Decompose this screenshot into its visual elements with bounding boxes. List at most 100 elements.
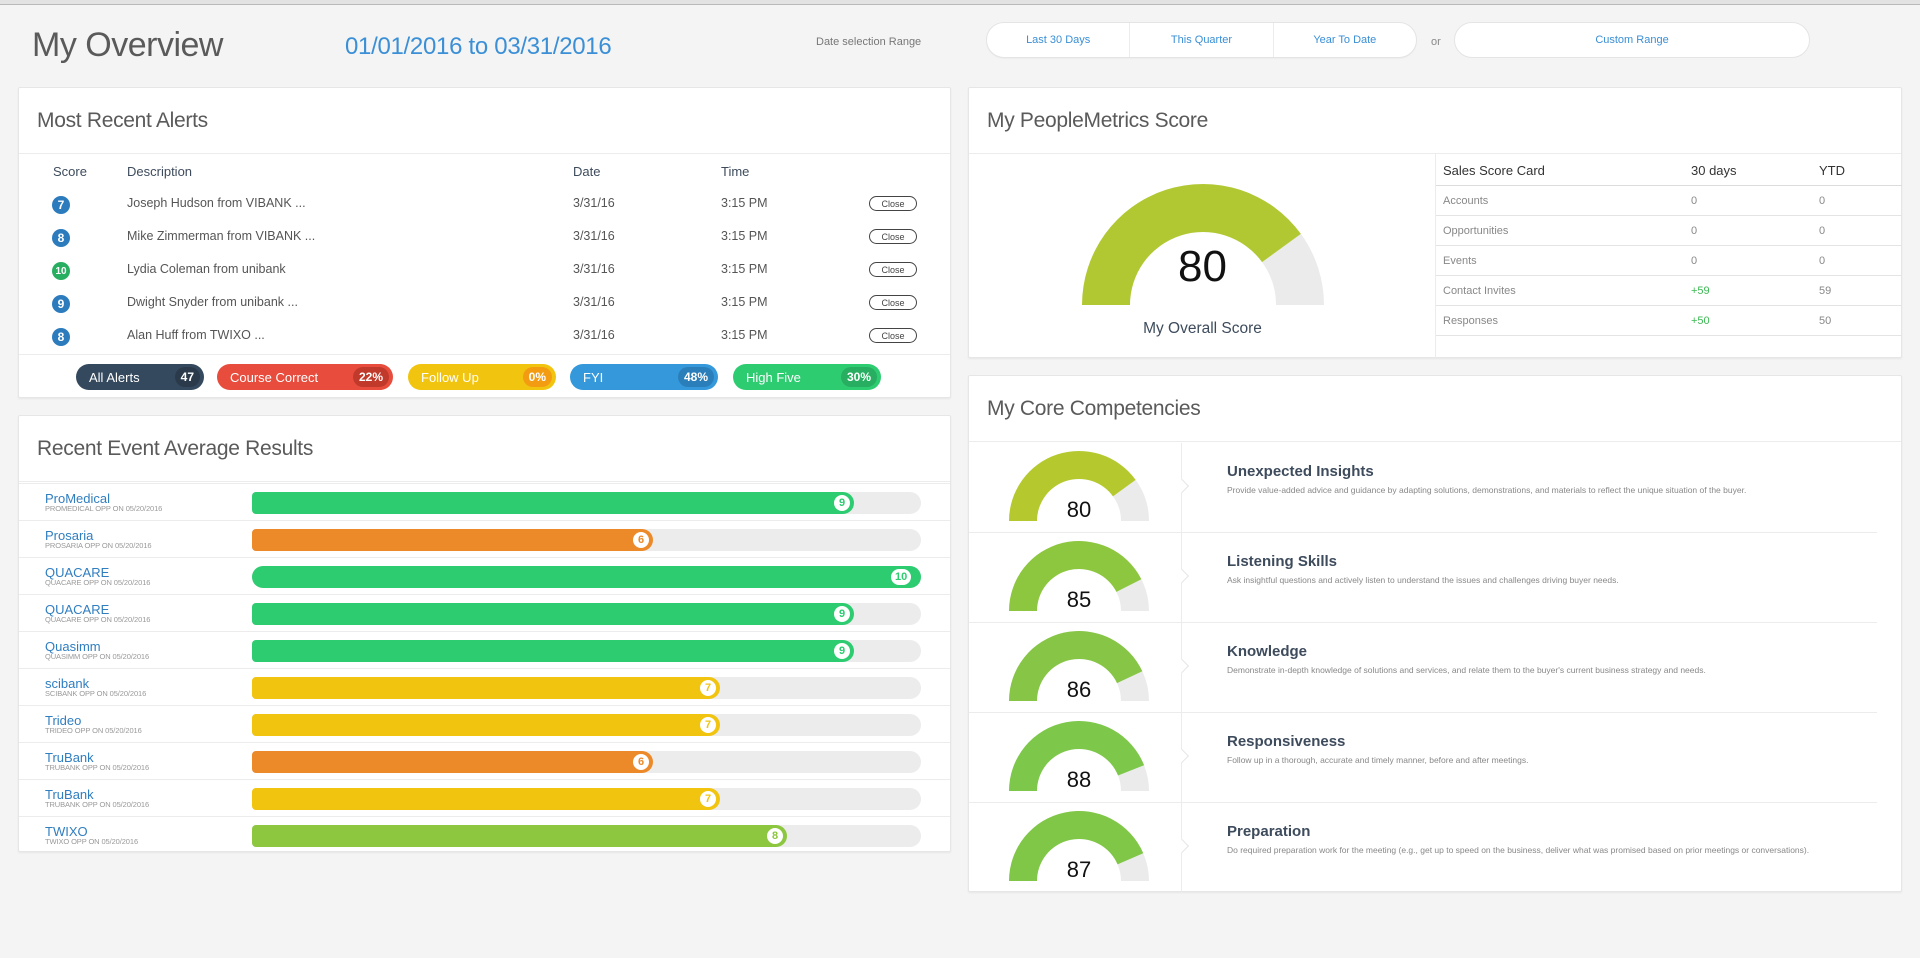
chevron-right-icon — [1174, 748, 1190, 764]
event-score-badge: 8 — [767, 828, 783, 844]
event-score-bar: 9 — [252, 640, 921, 662]
alerts-table-body: 7 Joseph Hudson from VIBANK ... 3/31/16 3:1… — [19, 187, 950, 352]
chevron-right-icon — [1174, 478, 1190, 494]
event-score-badge: 7 — [700, 717, 716, 733]
event-score-badge: 7 — [700, 680, 716, 696]
score-card-ytd-value: 0 — [1819, 255, 1826, 267]
event-score-bar: 7 — [252, 788, 921, 810]
overall-score-caption: My Overall Score — [1143, 320, 1262, 337]
date-range-button-group: Last 30 Days This Quarter Year To Date — [986, 22, 1417, 58]
competency-row: 85 Listening Skills Ask insightful questio… — [969, 533, 1877, 623]
event-score-bar-fill — [252, 566, 921, 588]
alert-score-badge: 8 — [52, 229, 70, 247]
competency-score: 87 — [1066, 857, 1092, 882]
alert-date: 3/31/16 — [573, 196, 615, 210]
event-score-bar-fill — [252, 529, 653, 551]
competency-row: 80 Unexpected Insights Provide value-added… — [969, 443, 1877, 533]
event-subtitle: TRUBANK OPP ON 05/20/2016 — [45, 800, 150, 809]
overall-score-value: 80 — [1178, 242, 1227, 291]
year-to-date-button[interactable]: Year To Date — [1272, 23, 1416, 57]
competency-score: 85 — [1066, 587, 1092, 612]
score-card-ytd-value: 59 — [1819, 285, 1832, 297]
page-title: My Overview — [32, 26, 223, 64]
alerts-panel-header: Most Recent Alerts — [19, 88, 950, 154]
close-alert-button[interactable]: Close — [869, 196, 917, 211]
filter-fyi-chip[interactable]: FYI 48% — [570, 364, 718, 390]
column-header-time: Time — [721, 164, 750, 179]
score-card-metric: Events — [1443, 255, 1477, 267]
event-score-badge: 9 — [834, 495, 850, 511]
close-alert-button[interactable]: Close — [869, 262, 917, 277]
event-score-badge: 7 — [700, 791, 716, 807]
alert-filter-bar: All Alerts 47 Course Correct 22% Follow Up 0%… — [19, 354, 950, 398]
chip-label: Follow Up — [421, 369, 479, 385]
event-score-badge: 9 — [834, 643, 850, 659]
event-result-row: QUACARE QUACARE OPP ON 05/20/2016 9 — [19, 594, 950, 631]
or-label: or — [1431, 36, 1441, 48]
event-results-header: Recent Event Average Results — [19, 416, 950, 482]
chip-value: 48% — [677, 367, 714, 387]
custom-range-button[interactable]: Custom Range — [1454, 22, 1810, 58]
event-subtitle: PROMEDICAL OPP ON 05/20/2016 — [45, 504, 163, 513]
event-score-bar: 6 — [252, 529, 921, 551]
peoplemetrics-title: My PeopleMetrics Score — [987, 108, 1208, 132]
score-card-row: Contact Invites +59 59 — [1436, 276, 1902, 306]
alert-row: 10 Lydia Coleman from unibank 3/31/16 3:15 … — [19, 253, 950, 286]
competency-title: Listening Skills — [1227, 553, 1338, 570]
event-score-bar: 7 — [252, 714, 921, 736]
score-card-row: Accounts 0 0 — [1436, 186, 1902, 216]
chip-label: FYI — [583, 369, 604, 385]
event-results-title: Recent Event Average Results — [37, 436, 314, 460]
alert-description: Alan Huff from TWIXO ... — [127, 328, 265, 342]
alert-date: 3/31/16 — [573, 295, 615, 309]
competency-title: Preparation — [1227, 823, 1311, 840]
event-score-bar-fill — [252, 751, 653, 773]
alert-date: 3/31/16 — [573, 262, 615, 276]
last-30-days-button[interactable]: Last 30 Days — [987, 23, 1129, 57]
event-result-row: ProMedical PROMEDICAL OPP ON 05/20/2016 9 — [19, 483, 950, 520]
chevron-right-icon — [1174, 568, 1190, 584]
chip-label: All Alerts — [89, 369, 140, 385]
this-quarter-button[interactable]: This Quarter — [1129, 23, 1272, 57]
event-results-panel: Recent Event Average Results ProMedical P… — [18, 415, 951, 852]
chip-value: 22% — [352, 367, 389, 387]
peoplemetrics-score-panel: My PeopleMetrics Score 80 My Overall Sco… — [968, 87, 1902, 358]
competency-title: Unexpected Insights — [1227, 463, 1374, 480]
score-card-30days-value: +50 — [1691, 315, 1710, 327]
event-score-bar: 9 — [252, 603, 921, 625]
score-card-metric: Opportunities — [1443, 225, 1509, 237]
alert-date: 3/31/16 — [573, 229, 615, 243]
score-card-ytd-value: 50 — [1819, 315, 1832, 327]
close-alert-button[interactable]: Close — [869, 328, 917, 343]
filter-high-five-chip[interactable]: High Five 30% — [733, 364, 881, 390]
alert-description: Mike Zimmerman from VIBANK ... — [127, 229, 316, 243]
score-card-header-30days: 30 days — [1691, 163, 1737, 178]
alert-time: 3:15 PM — [721, 196, 768, 210]
event-score-bar: 8 — [252, 825, 921, 847]
event-score-badge: 6 — [633, 532, 649, 548]
score-card-30days-value: +59 — [1691, 285, 1710, 297]
event-score-bar-fill — [252, 492, 854, 514]
event-score-bar: 10 — [252, 566, 921, 588]
alert-time: 3:15 PM — [721, 229, 768, 243]
score-card-ytd-value: 0 — [1819, 225, 1826, 237]
score-card-body: Accounts 0 0 Opportunities 0 0 Events 0 0 Contact… — [1436, 186, 1902, 336]
browser-top-band — [0, 0, 1920, 5]
filter-course-correct-chip[interactable]: Course Correct 22% — [217, 364, 393, 390]
competency-description: Ask insightful questions and actively li… — [1227, 575, 1619, 585]
competency-description: Demonstrate in-depth knowledge of soluti… — [1227, 665, 1706, 675]
alerts-panel-title: Most Recent Alerts — [37, 108, 208, 132]
filter-follow-up-chip[interactable]: Follow Up 0% — [408, 364, 556, 390]
column-header-score: Score — [53, 164, 87, 179]
close-alert-button[interactable]: Close — [869, 295, 917, 310]
alert-score-badge: 8 — [52, 328, 70, 346]
competency-title: Knowledge — [1227, 643, 1308, 660]
competency-score: 86 — [1066, 677, 1092, 702]
event-result-row: TruBank TRUBANK OPP ON 05/20/2016 7 — [19, 779, 950, 816]
close-alert-button[interactable]: Close — [869, 229, 917, 244]
score-card-metric: Contact Invites — [1443, 285, 1516, 297]
filter-all-alerts-chip[interactable]: All Alerts 47 — [76, 364, 204, 390]
event-subtitle: SCIBANK OPP ON 05/20/2016 — [45, 689, 147, 698]
competency-row: 88 Responsiveness Follow up in a thorough,… — [969, 713, 1877, 803]
alert-score-badge: 7 — [52, 196, 70, 214]
